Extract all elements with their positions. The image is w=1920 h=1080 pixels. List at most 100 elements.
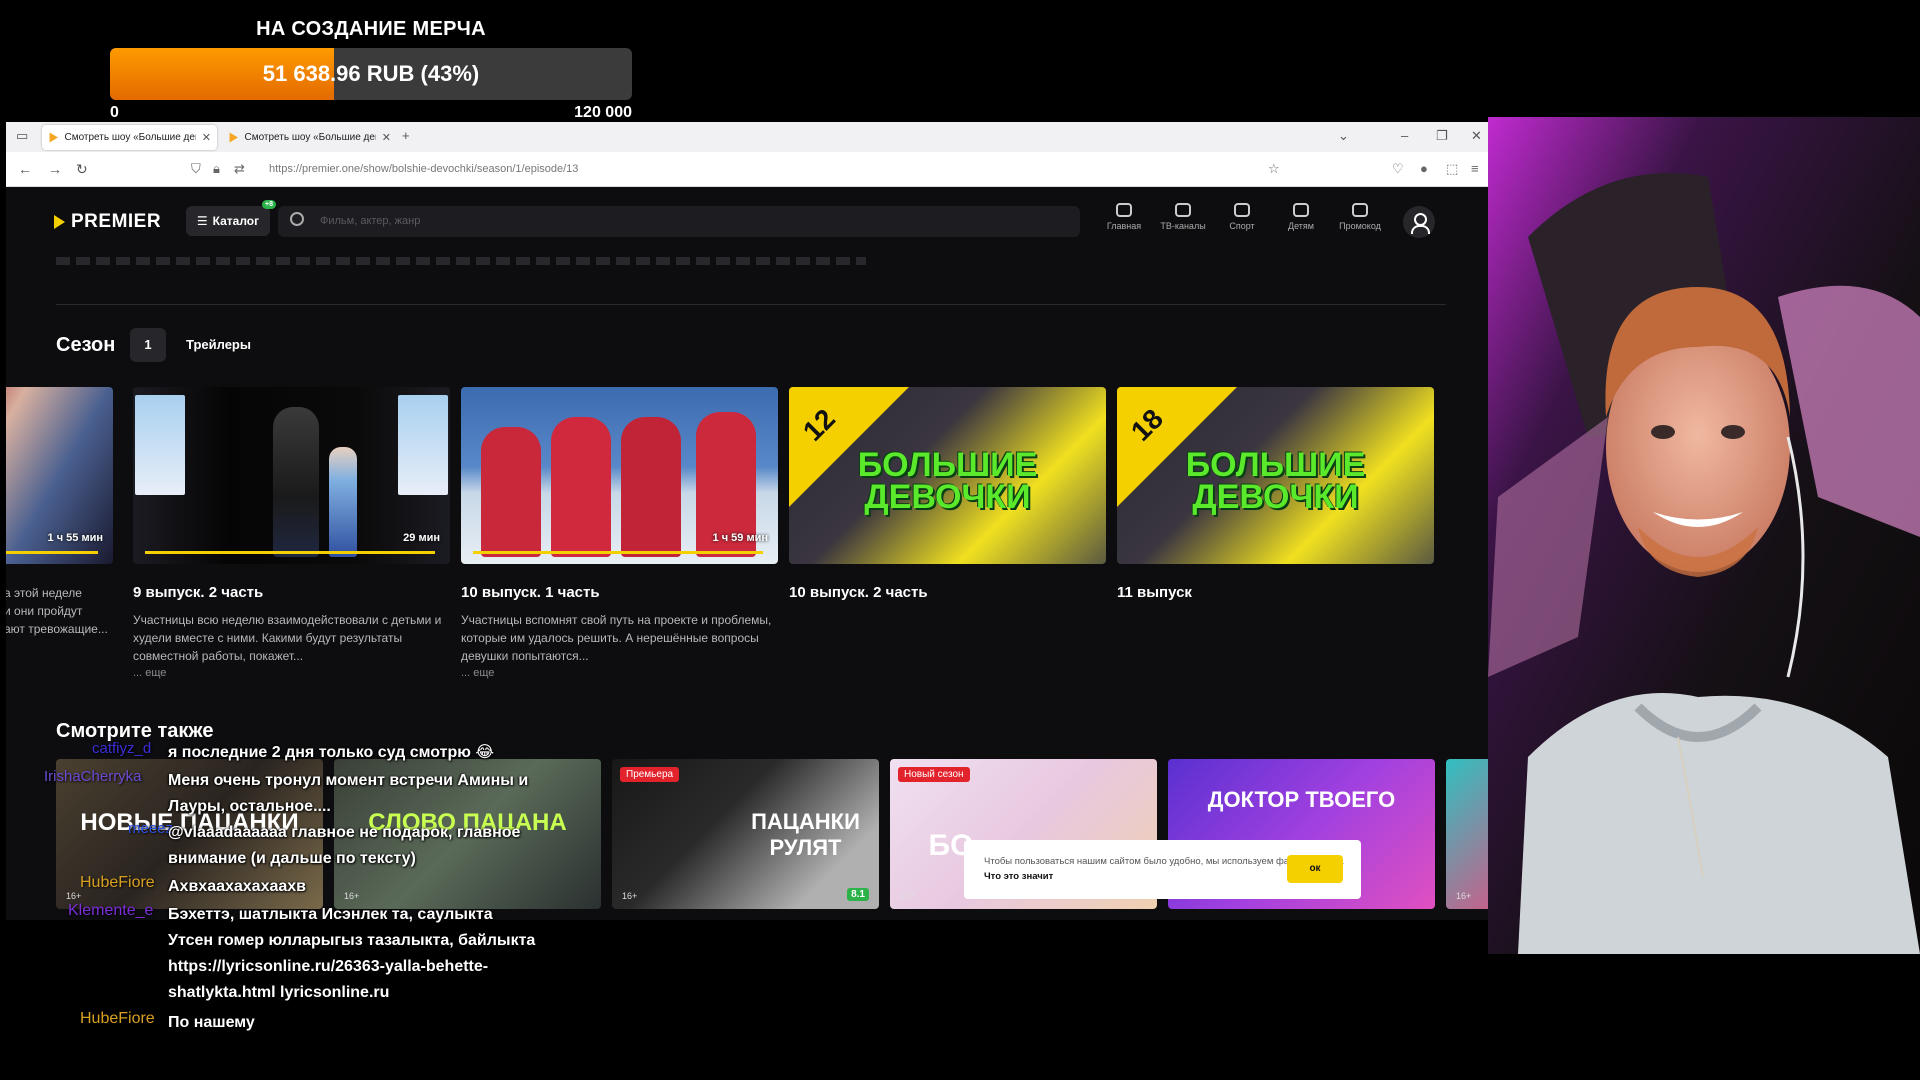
episode-thumbnail: 29 мин	[133, 387, 450, 564]
trailers-tab[interactable]: Трейлеры	[186, 337, 251, 352]
age-rating: 16+	[622, 891, 638, 901]
poster-title: БОЛЬШИЕ ДЕВОЧКИ	[1185, 446, 1366, 516]
menu-icon[interactable]: ≡	[1471, 161, 1479, 176]
nav-home[interactable]: Главная	[1094, 203, 1154, 231]
forward-icon[interactable]: →	[48, 161, 62, 177]
catalog-label: Каталог	[212, 214, 260, 228]
extensions-icon[interactable]: ⬚	[1446, 161, 1458, 177]
close-tab-icon[interactable]: ✕	[202, 131, 211, 144]
cookie-info-link[interactable]: Что это значит	[984, 871, 1053, 882]
webcam-feed	[1488, 117, 1920, 954]
episode-card[interactable]: 12 БОЛЬШИЕ ДЕВОЧКИ 10 выпуск. 2 часть	[789, 387, 1106, 601]
back-icon[interactable]: ←	[18, 161, 32, 177]
chat-message: По нашему	[168, 1014, 255, 1031]
permissions-icon[interactable]: ⇄	[234, 161, 245, 177]
divider	[56, 304, 1446, 305]
logo-text: PREMIER	[71, 211, 162, 232]
recommendation-card[interactable]: 16+	[1446, 759, 1488, 909]
episode-description: а этой неделе и они пройдут ают тревожащ…	[6, 586, 108, 636]
watch-progress	[6, 551, 98, 554]
search-icon	[290, 212, 304, 226]
season-title: Сезон	[56, 334, 116, 356]
more-link[interactable]: ... еще	[133, 667, 450, 679]
gift-icon	[1352, 203, 1368, 217]
episode-card[interactable]: 1 ч 59 мин 10 выпуск. 1 часть Участницы …	[461, 387, 778, 679]
bookmark-star-icon[interactable]: ☆	[1268, 161, 1280, 177]
tab-list-icon[interactable]: ▭	[16, 128, 28, 144]
donation-max: 120 000	[574, 104, 632, 121]
nav-label: Спорт	[1229, 221, 1255, 231]
episode-title: 10 выпуск. 2 часть	[789, 584, 928, 601]
streamer-image	[1488, 117, 1920, 954]
age-rating: 16+	[900, 891, 916, 901]
episode-duration: 29 мин	[403, 532, 440, 544]
chat-message: @vlaaadaaaaaa главное не подарок, главно…	[168, 824, 521, 867]
nav-promocode[interactable]: Промокод	[1330, 203, 1390, 231]
episode-title: 10 выпуск. 1 часть	[461, 584, 600, 601]
chat-message: я последние 2 дня только суд смотрю 😂	[168, 744, 495, 761]
close-window-icon[interactable]: ✕	[1471, 128, 1482, 144]
date-number: 12	[797, 402, 841, 447]
cookie-ok-button[interactable]: ок	[1287, 855, 1343, 883]
catalog-badge: +8	[262, 200, 276, 209]
description-fade	[56, 257, 866, 265]
premier-logo[interactable]: PREMIER	[54, 211, 161, 233]
browser-tab[interactable]: Смотреть шоу «Большие дев ✕	[222, 125, 397, 150]
episode-thumbnail: 1 ч 55 мин	[6, 387, 113, 564]
chat-message: Бэхеттэ, шатлыкта Исэнлек та, саулыкта У…	[168, 906, 536, 1001]
new-season-tag: Новый сезон	[898, 767, 970, 782]
shield-icon[interactable]: ⛉	[191, 161, 201, 177]
play-icon	[54, 215, 65, 229]
recommendation-card[interactable]: Премьера ПАЦАНКИ РУЛЯТ 16+ 8.1	[612, 759, 879, 909]
nav-sport[interactable]: Спорт	[1212, 203, 1272, 231]
episode-description: Участницы вспомнят свой путь на проекте …	[461, 613, 772, 663]
close-tab-icon[interactable]: ✕	[382, 131, 391, 144]
search-input[interactable]: Фильм, актер, жанр	[278, 206, 1080, 237]
donation-progress-text: 51 638.96 RUB (43%)	[262, 61, 480, 86]
hamburger-icon: ☰	[196, 214, 208, 228]
episode-card[interactable]: 18 БОЛЬШИЕ ДЕВОЧКИ 11 выпуск	[1117, 387, 1434, 601]
season-selector[interactable]: 1	[130, 328, 166, 362]
tab-overflow-chevron-icon[interactable]: ⌄	[1338, 128, 1349, 144]
account-icon[interactable]: ●	[1420, 161, 1428, 176]
age-rating: 16+	[66, 891, 82, 901]
episode-thumbnail: 18 БОЛЬШИЕ ДЕВОЧКИ	[1117, 387, 1434, 564]
search-placeholder: Фильм, актер, жанр	[320, 215, 421, 227]
chat-username: HubeFiore	[80, 874, 155, 891]
reload-icon[interactable]: ↻	[76, 161, 88, 178]
user-profile-icon[interactable]	[1403, 206, 1435, 238]
rec-title: ПАЦАНКИ РУЛЯТ	[751, 809, 860, 860]
nav-kids[interactable]: Детям	[1271, 203, 1331, 231]
nav-label: ТВ-каналы	[1160, 221, 1206, 231]
episode-card[interactable]: 1 ч 55 мин а этой неделе и они пройдут а…	[6, 387, 113, 638]
url-field[interactable]: https://premier.one/show/bolshie-devochk…	[269, 163, 578, 175]
episode-duration: 1 ч 55 мин	[47, 532, 103, 544]
premier-favicon-icon	[229, 132, 238, 143]
sport-icon	[1234, 203, 1250, 217]
chat-username: IrishaCherryka	[44, 768, 142, 785]
chat-username: Klemente_e	[68, 902, 154, 919]
new-tab-icon[interactable]: +	[402, 128, 410, 143]
episode-title: 11 выпуск	[1117, 584, 1192, 601]
rec-title: ДОКТОР ТВОЕГО	[1207, 787, 1396, 812]
pocket-icon[interactable]: ♡	[1392, 161, 1404, 177]
episode-duration: 1 ч 59 мин	[712, 532, 768, 544]
chat-username: meeez	[128, 820, 174, 837]
episode-card[interactable]: 29 мин 9 выпуск. 2 часть Участницы всю н…	[133, 387, 450, 679]
episode-title: 9 выпуск. 2 часть	[133, 584, 264, 601]
more-link[interactable]: ... еще	[461, 667, 778, 679]
browser-tab-active[interactable]: Смотреть шоу «Большие дев ✕	[42, 125, 217, 150]
date-number: 18	[1125, 402, 1169, 447]
navigation-toolbar: ← → ↻ ⛉ 🔒︎ ⇄ https://premier.one/show/bo…	[6, 152, 1488, 187]
nav-tv-channels[interactable]: ТВ-каналы	[1153, 203, 1213, 231]
catalog-button[interactable]: ☰ Каталог +8	[186, 200, 276, 236]
maximize-icon[interactable]: ❐	[1436, 128, 1448, 144]
premier-favicon-icon	[49, 132, 58, 143]
nav-label: Главная	[1106, 221, 1142, 231]
cookie-banner: Чтобы пользоваться нашим сайтом было удо…	[964, 840, 1361, 899]
minimize-icon[interactable]: –	[1401, 128, 1408, 143]
chat-username: HubeFiore	[80, 1010, 155, 1027]
lock-icon[interactable]: 🔒︎	[213, 161, 220, 177]
watch-progress	[473, 551, 763, 554]
nav-label: Промокод	[1339, 221, 1381, 231]
